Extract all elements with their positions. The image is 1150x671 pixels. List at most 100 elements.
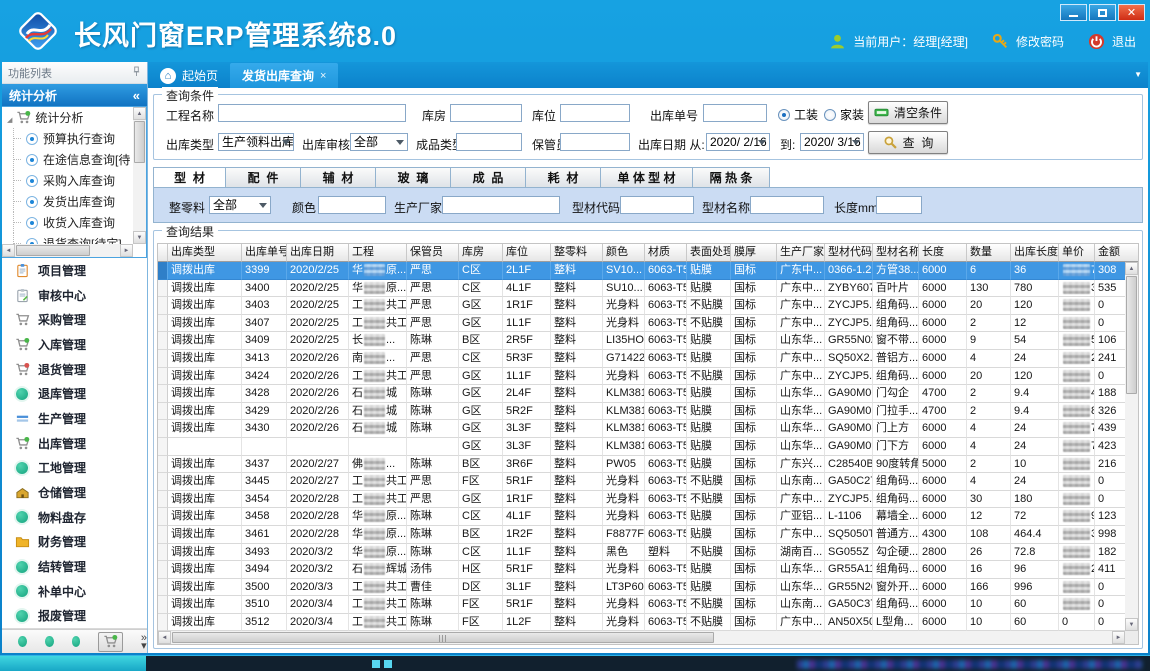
table-row[interactable]: 调拨出库34292020/2/26石城陈琳G区5R2F整料KLM38176063…	[158, 403, 1125, 421]
sidebar-item-dot[interactable]: 报废管理	[2, 604, 147, 629]
sidebar-item-bars[interactable]: 生产管理	[2, 406, 147, 431]
profile-name-input[interactable]	[750, 196, 824, 214]
tree-item[interactable]: 发货出库查询	[2, 191, 133, 212]
pin-icon[interactable]	[132, 66, 141, 80]
grid-vertical-scrollbar[interactable]	[1125, 262, 1138, 631]
column-header[interactable]: 长度	[919, 244, 967, 262]
scrollbar-thumb[interactable]	[172, 632, 714, 643]
length-input[interactable]	[876, 196, 922, 214]
table-row[interactable]: G区3L3F整料KLM38176063-T5贴膜国标山东华...GA90M09.…	[158, 438, 1125, 456]
tab-shipment-query[interactable]: 发货出库查询 ×	[230, 63, 338, 88]
column-header[interactable]: 颜色	[603, 244, 645, 262]
sidebar-item-dot[interactable]: 结转管理	[2, 554, 147, 579]
section-header[interactable]: 统计分析 «	[2, 84, 147, 106]
dot-icon[interactable]	[72, 636, 81, 647]
column-header[interactable]: 材质	[645, 244, 687, 262]
column-header[interactable]: 工程	[349, 244, 407, 262]
sidebar-item-folder[interactable]: 财务管理	[2, 530, 147, 555]
column-header[interactable]: 表面处理	[687, 244, 731, 262]
table-row[interactable]: 调拨出库34092020/2/25长...陈琳B区2R5F整料LI35HO606…	[158, 332, 1125, 350]
clear-conditions-button[interactable]: 清空条件	[868, 101, 948, 124]
close-button[interactable]	[1118, 4, 1145, 21]
scroll-left-icon[interactable]	[2, 244, 15, 257]
tab-close-icon[interactable]: ×	[320, 70, 326, 82]
profile-code-input[interactable]	[620, 196, 694, 214]
tree-item[interactable]: 预算执行查询	[2, 128, 133, 149]
order-no-input[interactable]	[703, 104, 767, 122]
column-header[interactable]: 出库长度	[1011, 244, 1059, 262]
table-row[interactable]: 调拨出库34612020/2/28华原...陈琳B区1R2F整料F8877FT6…	[158, 526, 1125, 544]
table-row[interactable]: 调拨出库34372020/2/27佛...陈琳B区3R6F整料PW056063-…	[158, 456, 1125, 474]
column-header[interactable]: 库位	[503, 244, 551, 262]
tree-vertical-scrollbar[interactable]	[133, 107, 146, 244]
column-header[interactable]: 出库日期	[287, 244, 349, 262]
outbound-type-select[interactable]: 生产领料出库	[218, 133, 294, 151]
radio-jiazhuang[interactable]: 家装	[824, 106, 864, 123]
location-input[interactable]	[560, 104, 630, 122]
sidebar-item-dot[interactable]: 补单中心	[2, 579, 147, 604]
warehouse-input[interactable]	[450, 104, 522, 122]
manufacturer-input[interactable]	[442, 196, 560, 214]
material-tab[interactable]: 成 品	[450, 167, 525, 188]
scroll-down-icon[interactable]	[1125, 618, 1138, 631]
table-row[interactable]: 调拨出库34282020/2/26石城陈琳G区2L4F整料KLM38176063…	[158, 385, 1125, 403]
tree-horizontal-scrollbar[interactable]	[2, 244, 133, 257]
scroll-down-icon[interactable]	[133, 231, 146, 244]
scroll-right-icon[interactable]	[120, 244, 133, 257]
cart-button[interactable]	[98, 632, 122, 652]
sidebar-item-cart-green[interactable]: 出库管理	[2, 431, 147, 456]
sidebar-item-clipboard2[interactable]: 审核中心	[2, 283, 147, 308]
expander-icon[interactable]	[7, 111, 12, 125]
column-header[interactable]: 数量	[967, 244, 1011, 262]
collapse-icon[interactable]: «	[133, 88, 140, 103]
table-row[interactable]: 调拨出库34032020/2/25工共工程严思G区1R1F整料光身料6063-T…	[158, 297, 1125, 315]
column-header[interactable]: 膜厚	[731, 244, 777, 262]
table-row[interactable]: 调拨出库34932020/3/2华原...陈琳C区1L1F整料黑色塑料不贴膜国标…	[158, 544, 1125, 562]
project-name-input[interactable]	[218, 104, 406, 122]
whole-part-select[interactable]: 全部	[209, 196, 271, 214]
table-row[interactable]: 调拨出库34942020/3/2石辉城汤伟H区5R1F整料光身料6063-T5贴…	[158, 561, 1125, 579]
table-row[interactable]: 调拨出库35102020/3/4工共工程陈琳F区5R1F整料光身料6063-T5…	[158, 596, 1125, 614]
date-to-picker[interactable]: 2020/ 3/16	[800, 133, 864, 151]
more-button[interactable]: »▾	[141, 634, 147, 650]
product-type-input[interactable]	[456, 133, 522, 151]
material-tab[interactable]: 辅 材	[300, 167, 375, 188]
column-header[interactable]: 库房	[459, 244, 503, 262]
table-row[interactable]: 调拨出库35122020/3/4工共工程陈琳F区1L2F整料光身料6063-T5…	[158, 614, 1125, 631]
material-tab[interactable]: 单 体 型 材	[600, 167, 692, 188]
color-input[interactable]	[318, 196, 386, 214]
logout-link[interactable]: 退出	[1112, 33, 1136, 50]
sidebar-item-dot[interactable]: 工地管理	[2, 456, 147, 481]
column-header[interactable]: 型材代码	[825, 244, 873, 262]
change-password-link[interactable]: 修改密码	[1016, 33, 1064, 50]
table-row[interactable]: 调拨出库34002020/2/25华原...严思C区4L1F整料SU10...6…	[158, 280, 1125, 298]
outbound-audit-select[interactable]: 全部	[350, 133, 408, 151]
sidebar-item-dot[interactable]: 物料盘存	[2, 505, 147, 530]
material-tab[interactable]: 隔 热 条	[692, 167, 770, 188]
maximize-button[interactable]	[1089, 4, 1116, 21]
date-from-picker[interactable]: 2020/ 2/16	[706, 133, 770, 151]
column-header[interactable]: 单价	[1059, 244, 1095, 262]
table-row[interactable]: 调拨出库34582020/2/28华原...陈琳C区4L1F整料光身料6063-…	[158, 508, 1125, 526]
table-row[interactable]: 调拨出库34302020/2/26石城陈琳G区3L3F整料KLM38176063…	[158, 420, 1125, 438]
column-header[interactable]: 型材名称	[873, 244, 919, 262]
table-row[interactable]: 调拨出库35002020/3/3工共工程曹佳D区3L1F整料LT3P606063…	[158, 579, 1125, 597]
material-tab[interactable]: 型 材	[153, 167, 225, 188]
column-header[interactable]: 保管员	[407, 244, 459, 262]
sidebar-item-cart-green[interactable]: 入库管理	[2, 332, 147, 357]
dot-icon[interactable]	[45, 636, 54, 647]
scrollbar-thumb[interactable]	[16, 245, 90, 256]
scrollbar-thumb[interactable]	[1126, 276, 1137, 394]
table-row[interactable]: 调拨出库34072020/2/25工共工程严思G区1L1F整料光身料6063-T…	[158, 315, 1125, 333]
search-button[interactable]: 查 询	[868, 131, 948, 154]
scroll-right-icon[interactable]	[1112, 631, 1125, 644]
tree-item[interactable]: 在途信息查询[待	[2, 149, 133, 170]
table-row[interactable]: 调拨出库33992020/2/25华原...严思C区2L1F整料SV10...6…	[158, 262, 1125, 280]
tree-item[interactable]: 收货入库查询	[2, 212, 133, 233]
tab-list-caret-icon[interactable]	[1134, 70, 1142, 79]
radio-gongzhuang[interactable]: 工装	[778, 106, 818, 123]
sidebar-item-clipboard[interactable]: 项目管理	[2, 258, 147, 283]
scrollbar-thumb[interactable]	[134, 121, 145, 163]
tree-item[interactable]: 退货查询[待定]	[2, 233, 133, 244]
scroll-left-icon[interactable]	[158, 631, 171, 644]
